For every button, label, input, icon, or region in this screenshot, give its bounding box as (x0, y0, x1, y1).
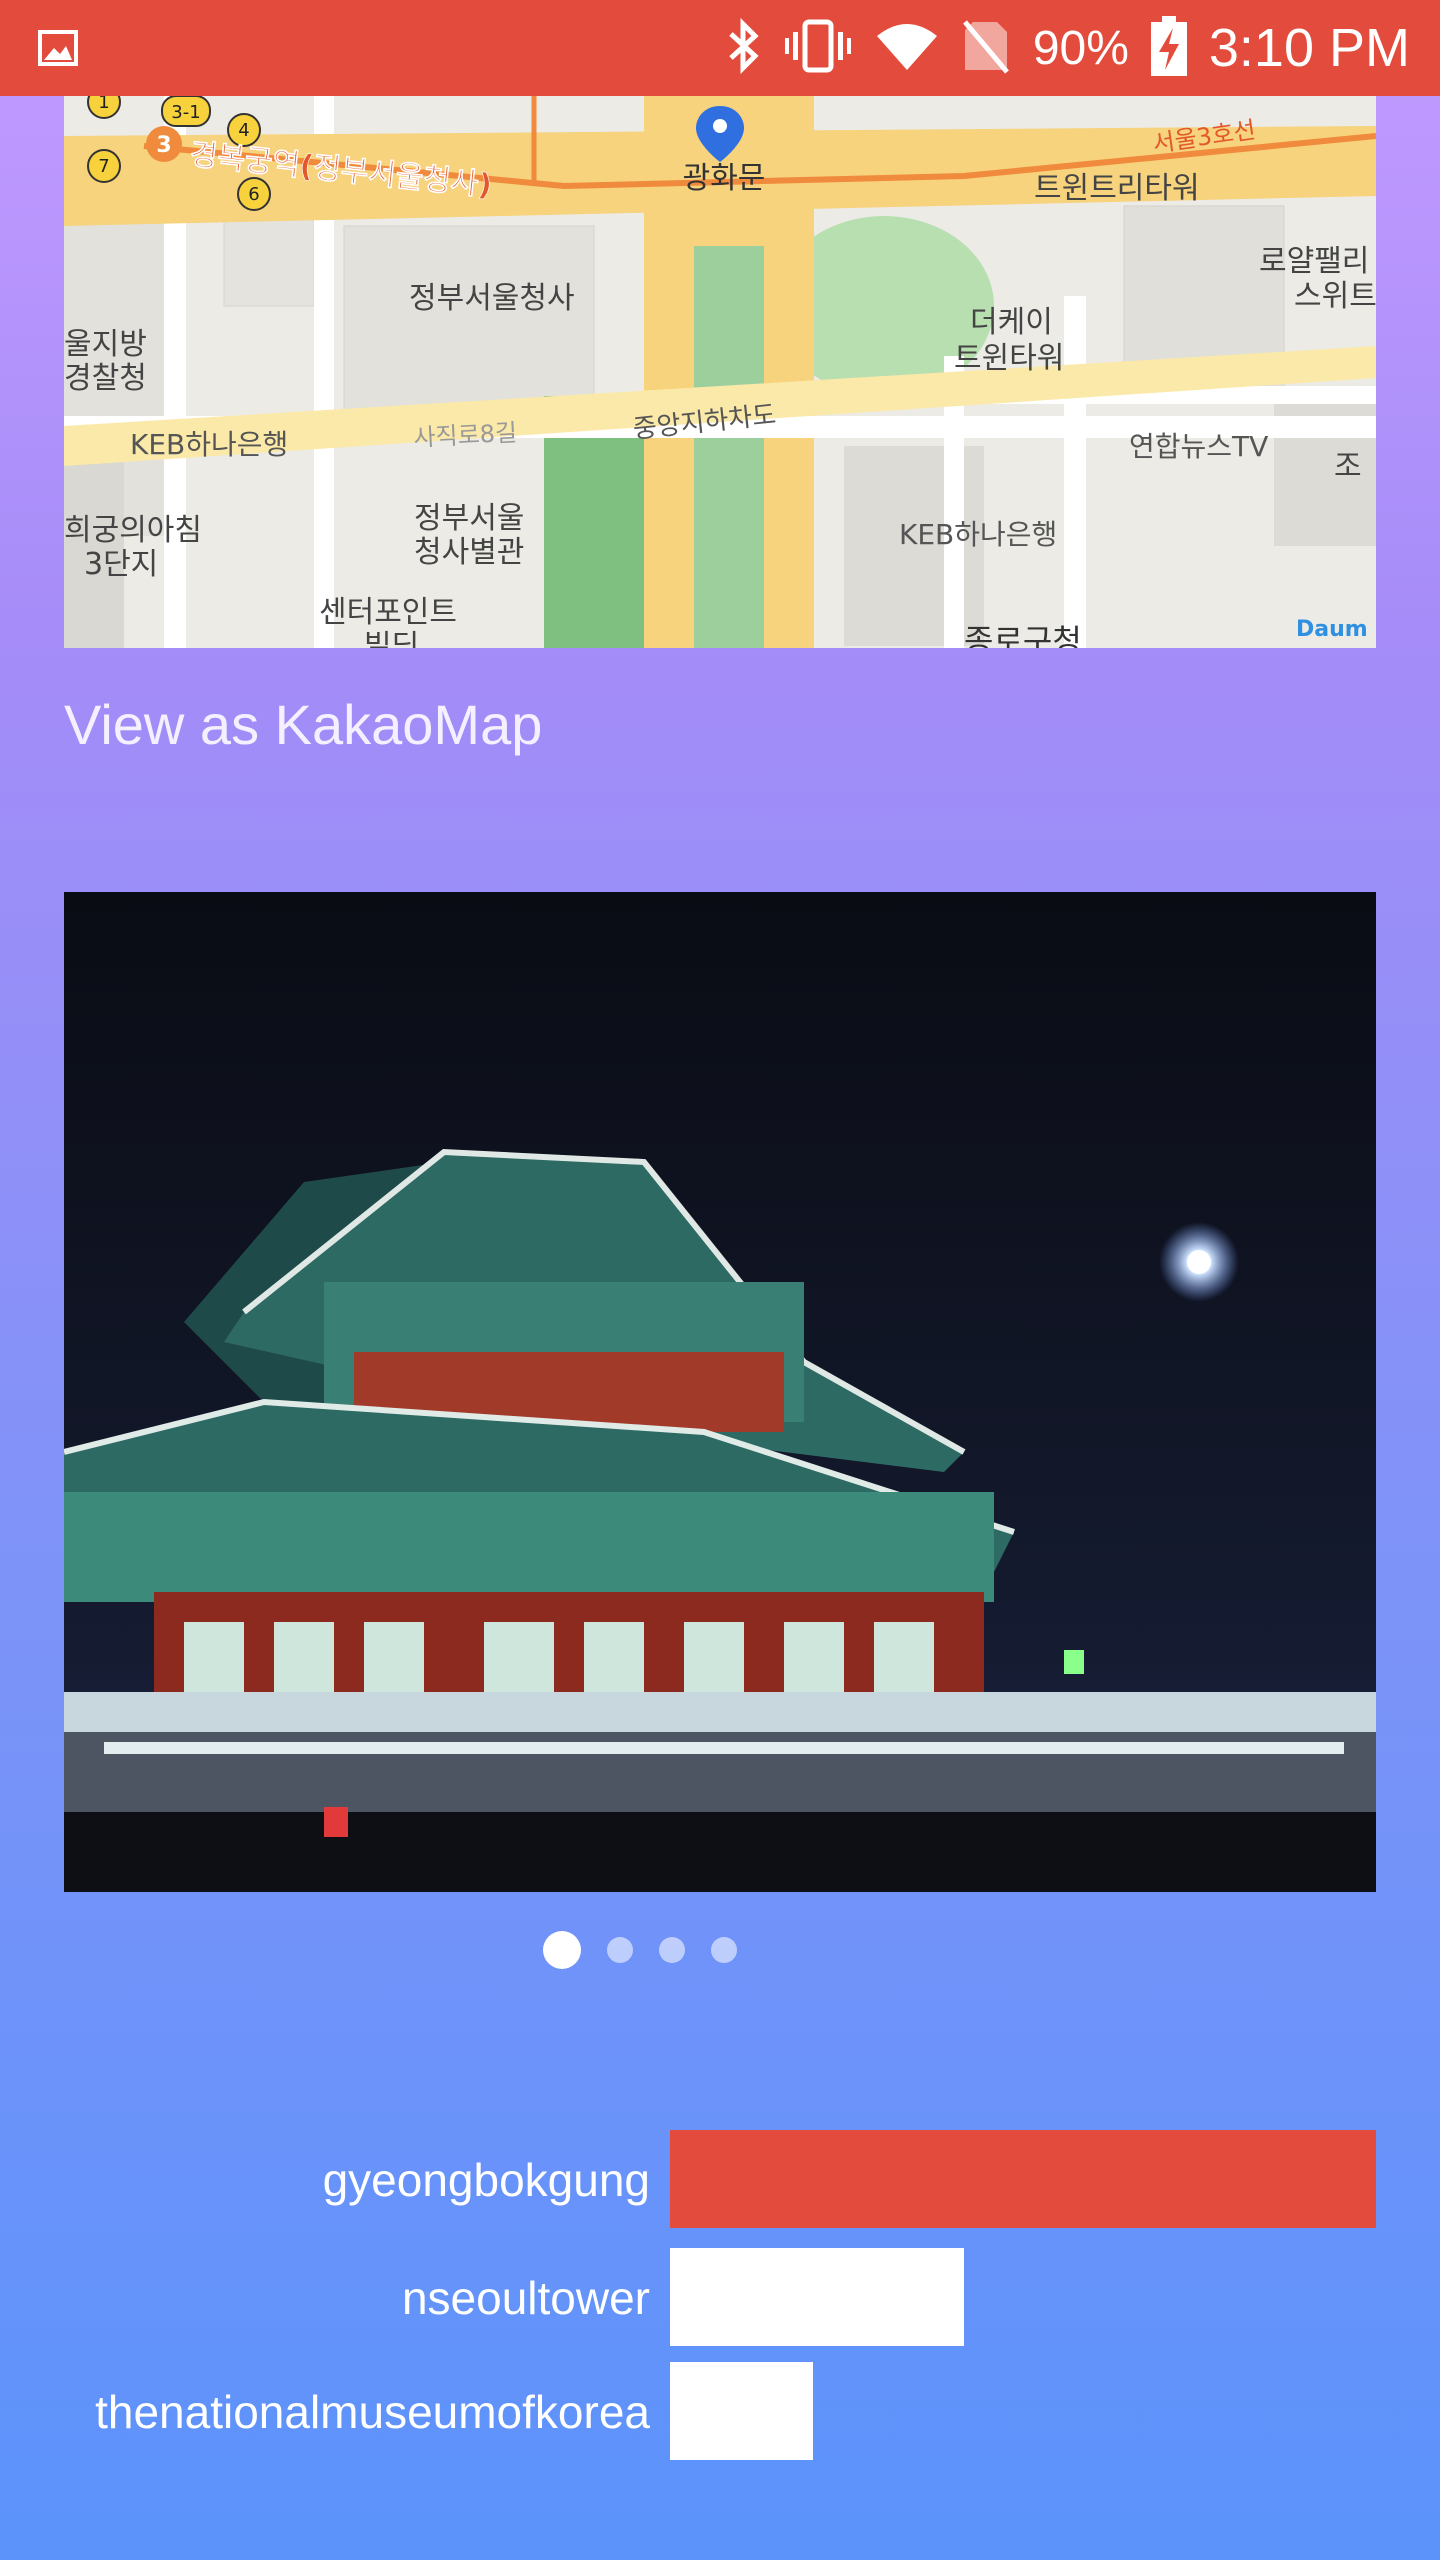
map-label: 트윈트리타워 (1034, 171, 1200, 206)
map-label: 센터포인트 (319, 595, 457, 630)
map-label: 더케이 (970, 305, 1053, 340)
map-label: 스위트 (1294, 279, 1376, 314)
image-icon (38, 30, 78, 71)
bar-row: thenationalmuseumofkorea (0, 2362, 1440, 2462)
battery-charging-icon (1150, 15, 1187, 81)
bar-gyeongbokgung[interactable] (670, 2130, 1376, 2228)
bar-label: nseoultower (401, 2272, 650, 2324)
map-label: 1 (98, 96, 109, 113)
map-label: 6 (248, 184, 259, 205)
bar-thenationalmuseumofkorea[interactable] (670, 2362, 813, 2460)
status-bar: 90% 3:10 PM (0, 0, 1440, 96)
map-label: 종로구청 (964, 622, 1082, 648)
clock: 3:10 PM (1208, 18, 1410, 78)
map-label: 광화문 (683, 161, 766, 196)
carousel-image[interactable] (64, 892, 1376, 1892)
pager-dot-3[interactable] (659, 1937, 685, 1963)
map-label: 트윈타워 (954, 341, 1064, 376)
bar-label: gyeongbokgung (322, 2154, 650, 2206)
map-label: 정부서울청사 (409, 281, 575, 316)
map-view[interactable]: 1 3-1 4 7 6 3 경복궁역(정부서울청사) 광화문 서울3호선 트윈트… (64, 96, 1376, 648)
map-label: 청사별관 (414, 535, 524, 570)
map-label: 희궁의아침 (64, 513, 202, 548)
palace-photo (64, 892, 1376, 1892)
map-label: 울지방 (64, 327, 147, 362)
bar-label: thenationalmuseumofkorea (95, 2386, 650, 2438)
bluetooth-icon (727, 17, 761, 79)
map-label: 정부서울 (414, 501, 524, 536)
pager-dot-4[interactable] (711, 1937, 737, 1963)
map-label: KEB하나은행 (899, 518, 1057, 551)
map-label: 경찰청 (64, 361, 147, 396)
map-label: 연합뉴스TV (1129, 430, 1268, 463)
vibrate-icon (783, 18, 853, 79)
map-brand-logo: Daum (1296, 617, 1368, 642)
map-label: 로얄팰리 (1259, 244, 1369, 279)
map-label: KEB하나은행 (130, 428, 288, 461)
map-label: 3 (156, 133, 171, 158)
no-sim-icon (961, 18, 1011, 79)
carousel-pager (0, 1930, 1440, 1970)
pager-dot-2[interactable] (607, 1937, 633, 1963)
map-label: 3-1 (171, 102, 200, 123)
map-label: 4 (238, 120, 249, 141)
map-label: 빌딩 (364, 629, 419, 648)
map-label: 7 (98, 156, 109, 177)
wifi-icon (875, 18, 939, 79)
battery-percent: 90% (1032, 21, 1129, 75)
map-label: 3단지 (84, 547, 158, 582)
pager-dot-1[interactable] (543, 1931, 581, 1969)
bar-row: gyeongbokgung (0, 2130, 1440, 2230)
view-as-kakaomap-link[interactable]: View as KakaoMap (64, 692, 542, 757)
bar-nseoultower[interactable] (670, 2248, 964, 2346)
bar-row: nseoultower (0, 2248, 1440, 2348)
map-label: 조 (1334, 449, 1362, 484)
map-label: 사직로8길 (413, 419, 518, 452)
